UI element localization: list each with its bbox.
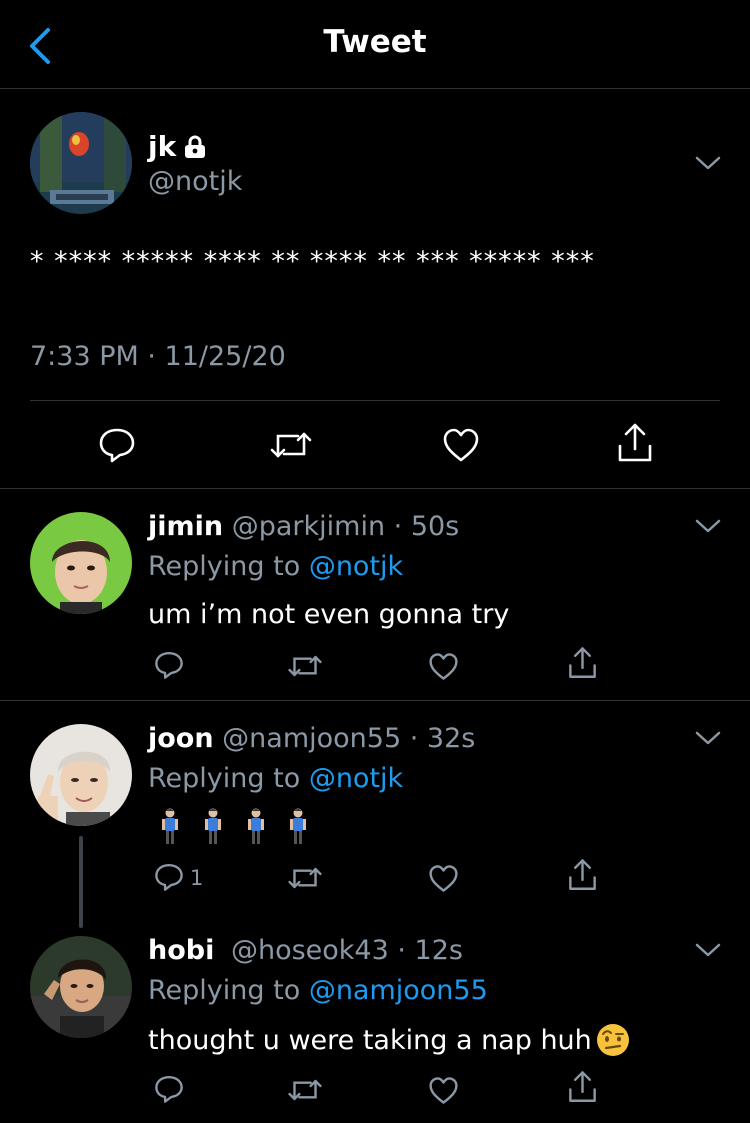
tweet-text: * **** ***** **** ** **** ** *** ***** *… [30,246,595,277]
like-icon[interactable] [428,652,459,681]
replying-to: Replying to @namjoon55 [148,975,488,1006]
reply-icon[interactable] [154,1074,184,1104]
author-handle[interactable]: @notjk [148,166,242,197]
reply-text: um i’m not even gonna try [148,599,510,630]
reply-header: hobi @hoseok43 · 12s [148,935,463,966]
top-bar: Tweet [0,0,750,89]
retweet-icon[interactable] [270,428,312,462]
retweet-icon[interactable] [288,652,322,680]
person-standing-emoji [205,808,221,844]
mention-link[interactable]: @notjk [309,551,403,582]
retweet-icon[interactable] [288,1076,322,1104]
author-handle[interactable]: @namjoon55 [222,723,401,754]
like-icon[interactable] [428,1076,459,1105]
avatar[interactable] [30,724,132,826]
share-icon[interactable] [616,422,654,464]
reply-time[interactable]: 32s [427,723,475,754]
thread-connector [79,836,83,928]
person-standing-emoji [162,808,178,844]
avatar[interactable] [30,112,132,214]
author-name-label: jk [148,130,177,163]
person-standing-emoji [248,808,264,844]
reply-icon[interactable] [154,650,184,680]
raised-eyebrow-emoji [596,1024,629,1056]
reply-text: thought u were taking a nap huh [148,1024,592,1056]
chevron-down-icon[interactable] [694,730,722,746]
reply-header: joon @namjoon55 · 32s [148,723,476,754]
avatar[interactable] [30,512,132,614]
avatar[interactable] [30,936,132,1038]
author-handle[interactable]: @hoseok43 [231,935,389,966]
divider [0,700,750,701]
person-standing-emoji [290,808,306,844]
reply-text-row: thought u were taking a nap huh [148,1022,631,1058]
replying-to: Replying to @notjk [148,763,404,794]
author-name[interactable]: jk [148,130,208,163]
share-icon[interactable] [567,1070,598,1104]
like-icon[interactable] [442,427,480,463]
mention-link[interactable]: @namjoon55 [309,975,488,1006]
divider [30,400,720,401]
emoji-row [160,808,310,848]
page-title: Tweet [323,24,427,60]
replying-to: Replying to @notjk [148,551,404,582]
reply-icon[interactable] [154,862,184,892]
reply-time[interactable]: 50s [411,511,459,542]
reply-header: jimin @parkjimin · 50s [148,511,460,542]
like-icon[interactable] [428,864,459,893]
author-name[interactable]: hobi [148,935,214,966]
lock-icon [185,135,206,158]
share-icon[interactable] [567,858,598,892]
retweet-icon[interactable] [288,864,322,892]
chevron-down-icon[interactable] [694,942,722,958]
chevron-down-icon[interactable] [694,155,722,171]
author-handle[interactable]: @parkjimin [232,511,385,542]
chevron-down-icon[interactable] [694,518,722,534]
mention-link[interactable]: @notjk [309,763,403,794]
share-icon[interactable] [567,646,598,680]
reply-time[interactable]: 12s [415,935,463,966]
reply-count: 1 [190,866,204,890]
author-name[interactable]: joon [148,723,214,754]
author-name[interactable]: jimin [148,511,223,542]
tweet-timestamp[interactable]: 7:33 PM · 11/25/20 [30,341,286,372]
divider [0,488,750,489]
reply-icon[interactable] [98,426,136,464]
